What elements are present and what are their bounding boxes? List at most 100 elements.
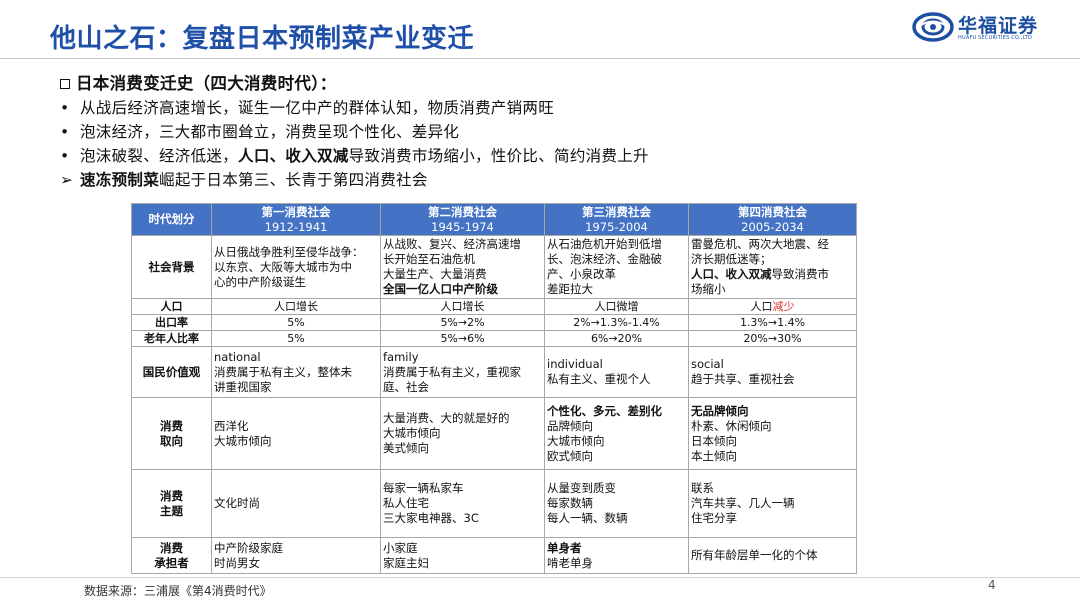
bullet-list: 日本消费变迁史（四大消费时代）： • 从战后经济高速增长，诞生一亿中产的群体认知… (60, 72, 1060, 192)
cell-line: 长开始至石油危机 (383, 252, 475, 266)
logo-subtitle: HUAFU SECURITIES CO.,LTD (958, 35, 1033, 41)
cell-line: 每家数辆 (547, 496, 593, 510)
era-name: 第一消费社会 (261, 204, 331, 219)
cell-text: 导致消费市 (771, 267, 830, 281)
cell-line: 品牌倾向 (547, 418, 593, 433)
bullet-item: • 泡沫破裂、经济低迷， 人口、收入双减 导致消费市场缩小，性价比、简约消费上升 (60, 144, 1060, 168)
dot-bullet-icon: • (60, 123, 70, 141)
page-number: 4 (988, 578, 996, 592)
row-label: 人口 (131, 298, 212, 315)
title-divider (0, 58, 1080, 59)
cell-line: social (691, 357, 724, 371)
square-bullet-icon (60, 79, 70, 89)
table-cell: 2%→1.3%-1.4% (544, 314, 689, 331)
cell-text: 人口 (750, 300, 773, 313)
table-cell: 联系 汽车共享、几人一辆 住宅分享 (688, 469, 857, 538)
row-label: 老年人比率 (131, 330, 212, 347)
cell-line-bold: 单身者 (547, 540, 582, 555)
table-row-population: 人口 人口增长 人口增长 人口微增 人口减少 (131, 298, 857, 315)
cell-line: 从战败、复兴、经济高速增 (383, 237, 521, 251)
table-cell: 5% (211, 330, 381, 347)
era-name: 第四消费社会 (738, 204, 807, 219)
table-cell: 所有年龄层单一化的个体 (688, 537, 857, 574)
cell-line: 住宅分享 (691, 511, 737, 525)
table-cell: 小家庭 家庭主妇 (380, 537, 545, 574)
table-row-elderly-ratio: 老年人比率 5% 5%→6% 6%→20% 20%→30% (131, 330, 857, 347)
cell-line: 所有年龄层单一化的个体 (691, 548, 818, 562)
row-label: 消费 主题 (131, 469, 212, 538)
cell-line: individual (547, 357, 603, 371)
table-cell: 大量消费、大的就是好的 大城市倾向 美式倾向 (380, 397, 545, 470)
cell-line: 欧式倾向 (547, 448, 593, 463)
table-cell: 从量变到质变 每家数辆 每人一辆、数辆 (544, 469, 689, 538)
data-source: 数据来源：三浦展《第4消费时代》 (84, 584, 272, 598)
cell-line: 三大家电神器、3C (383, 511, 479, 525)
era-years: 1945-1974 (431, 219, 494, 234)
cell-line: 讲重视国家 (214, 379, 272, 394)
row-label-line: 承担者 (154, 555, 189, 570)
row-label: 消费 取向 (131, 397, 212, 470)
era-header: 第二消费社会 1945-1974 (380, 203, 545, 236)
logo-name: 华福证券 (958, 15, 1039, 37)
table-cell: 每家一辆私家车 私人住宅 三大家电神器、3C (380, 469, 545, 538)
table-row-values: 国民价值观 national 消费属于私有主义，整体未 讲重视国家 family… (131, 346, 857, 398)
cell-line: 庭、社会 (383, 379, 429, 394)
bullet-heading: 日本消费变迁史（四大消费时代）： (60, 72, 1060, 96)
cell-line: 美式倾向 (383, 441, 429, 455)
cell-line: 每人一辆、数辆 (547, 511, 628, 525)
cell-line: family (383, 349, 419, 364)
row-label: 出口率 (131, 314, 212, 331)
bullet-bold-text: 速冻预制菜 (80, 171, 160, 189)
cell-line: 消费属于私有主义，重视家 (383, 364, 521, 379)
cell-line: 啃老单身 (547, 555, 593, 570)
cell-line: 时尚男女 (214, 555, 260, 570)
row-label: 消费 承担者 (131, 537, 212, 574)
row-label-line: 消费 (160, 418, 183, 433)
cell-line: 大城市倾向 (214, 433, 272, 448)
cell-text-red: 减少 (772, 300, 795, 313)
arrow-bullet-icon: ➢ (60, 171, 74, 189)
bullet-bold-text: 人口、收入双减 (238, 147, 349, 165)
cell-line: 长、泡沫经济、金融破 (547, 252, 662, 266)
dot-bullet-icon: • (60, 147, 70, 165)
table-corner-header: 时代划分 (131, 203, 212, 236)
bullet-text: 崛起于日本第三、长青于第四消费社会 (159, 171, 428, 189)
table-cell: 单身者 啃老单身 (544, 537, 689, 574)
row-label-line: 主题 (160, 503, 183, 518)
cell-line: 大量消费、大的就是好的 (383, 411, 510, 425)
row-label-line: 取向 (160, 433, 183, 448)
table-cell: 6%→20% (544, 330, 689, 347)
cell-line: 从石油危机开始到低增 (547, 237, 662, 251)
cell-line: 场缩小 (691, 282, 726, 296)
row-label-line: 消费 (160, 488, 183, 503)
era-years: 1975-2004 (585, 219, 648, 234)
table-cell: 20%→30% (688, 330, 857, 347)
cell-line: 文化时尚 (214, 496, 260, 510)
table-cell: national 消费属于私有主义，整体未 讲重视国家 (211, 346, 381, 398)
table-cell: family 消费属于私有主义，重视家 庭、社会 (380, 346, 545, 398)
cell-line: 消费属于私有主义，整体未 (214, 364, 352, 379)
table-cell: individual 私有主义、重视个人 (544, 346, 689, 398)
cell-line: 本土倾向 (691, 448, 737, 463)
bullet-item: • 从战后经济高速增长，诞生一亿中产的群体认知，物质消费产销两旺 (60, 96, 1060, 120)
table-cell: social 趋于共享、重视社会 (688, 346, 857, 398)
table-cell: 从战败、复兴、经济高速增 长开始至石油危机 大量生产、大量消费 全国一亿人口中产… (380, 235, 545, 299)
table-row-bearer: 消费 承担者 中产阶级家庭 时尚男女 小家庭 家庭主妇 单身者 啃老单身 所有年… (131, 537, 857, 574)
table-header-row: 时代划分 第一消费社会 1912-1941 第二消费社会 1945-1974 第三消… (131, 203, 857, 236)
era-header: 第四消费社会 2005-2034 (688, 203, 857, 236)
dot-bullet-icon: • (60, 99, 70, 117)
table-cell: 中产阶级家庭 时尚男女 (211, 537, 381, 574)
table-cell: 5% (211, 314, 381, 331)
table-cell: 西洋化 大城市倾向 (211, 397, 381, 470)
table-cell: 从石油危机开始到低增 长、泡沫经济、金融破 产、小泉改革 差距拉大 (544, 235, 689, 299)
bullet-text: 导致消费市场缩小，性价比、简约消费上升 (348, 147, 649, 165)
era-name: 第二消费社会 (428, 204, 497, 219)
table-cell: 文化时尚 (211, 469, 381, 538)
era-years: 1912-1941 (264, 219, 328, 234)
table-cell: 5%→2% (380, 314, 545, 331)
table-cell: 从日俄战争胜利至侵华战争： 以东京、大阪等大城市为中 心的中产阶级诞生 (211, 235, 381, 299)
cell-line: 以东京、大阪等大城市为中 (214, 259, 352, 274)
cell-line: national (214, 349, 261, 364)
row-label-line: 消费 (160, 540, 183, 555)
cell-line: 中产阶级家庭 (214, 540, 283, 555)
